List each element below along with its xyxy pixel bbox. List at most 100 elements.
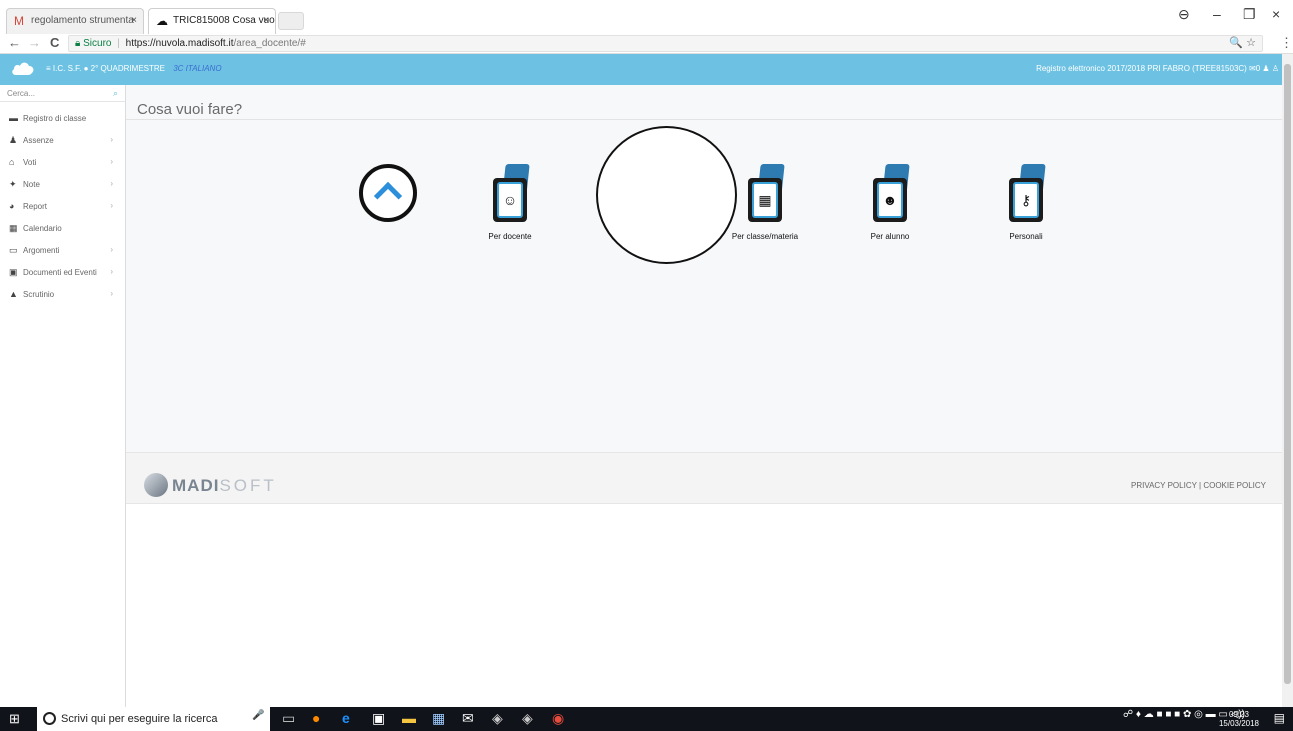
sidebar-item-argomenti[interactable]: ▭ Argomenti › bbox=[0, 239, 125, 261]
url-path: /area_docente/# bbox=[233, 38, 306, 49]
breadcrumb: ≡ I.C. S.F. ● 2° QUADRIMESTRE 3C ITALIAN… bbox=[46, 64, 222, 73]
close-tab-icon[interactable]: × bbox=[263, 9, 269, 33]
task-view-icon[interactable]: ▭ bbox=[282, 710, 295, 727]
sidebar-item-documenti[interactable]: ▣ Documenti ed Eventi › bbox=[0, 261, 125, 283]
taskbar-search-placeholder: Scrivi qui per eseguire la ricerca bbox=[61, 713, 218, 725]
folder-icon: ▭ bbox=[9, 245, 18, 255]
close-window-button[interactable]: × bbox=[1272, 6, 1280, 22]
header-user-info[interactable]: Registro elettronico 2017/2018 PRI FABRO… bbox=[1036, 64, 1279, 73]
tile-label: Per classe/materia bbox=[731, 232, 799, 241]
new-tab-button[interactable] bbox=[278, 12, 304, 30]
secure-label: Sicuro bbox=[83, 38, 112, 49]
chevron-right-icon: › bbox=[110, 201, 113, 210]
search-icon[interactable]: ⌕ bbox=[113, 85, 118, 102]
store-icon[interactable]: ▣ bbox=[372, 710, 385, 727]
students-folder-icon: ☻ bbox=[870, 164, 910, 224]
tile-per-alunno[interactable]: ☻ Per alunno bbox=[835, 164, 945, 241]
taskbar-search-input[interactable]: Scrivi qui per eseguire la ricerca bbox=[37, 707, 270, 731]
sidebar-item-label: Voti bbox=[23, 158, 37, 167]
user-profile-icon[interactable]: ⊖ bbox=[1178, 6, 1190, 23]
zoom-icon[interactable]: 🔍 bbox=[1229, 37, 1243, 49]
url-host: https://nuvola.madisoft.it bbox=[125, 38, 234, 49]
sidebar-item-label: Report bbox=[23, 202, 48, 211]
chrome-icon[interactable]: ◉ bbox=[552, 710, 564, 727]
calendar-icon: ▦ bbox=[9, 223, 18, 233]
url-separator: | bbox=[117, 38, 120, 49]
maximize-button[interactable]: ❐ bbox=[1243, 6, 1256, 23]
page-footer: MADISOFT PRIVACY POLICY | COOKIE POLICY bbox=[126, 452, 1282, 504]
breadcrumb-school[interactable]: I.C. S.F. bbox=[53, 64, 81, 73]
windows-start-icon[interactable]: ⊞ bbox=[9, 711, 20, 727]
user-icon: ♟ bbox=[9, 135, 18, 145]
sidebar-item-registro[interactable]: ▬ Registro di classe bbox=[0, 107, 125, 129]
app-header: ≡ I.C. S.F. ● 2° QUADRIMESTRE 3C ITALIAN… bbox=[0, 54, 1293, 85]
chart-icon: ◕ bbox=[9, 201, 15, 211]
sidebar-item-label: Scrutinio bbox=[23, 290, 55, 299]
chevron-right-icon: › bbox=[110, 267, 113, 276]
bookmark-star-icon[interactable]: ☆ bbox=[1246, 37, 1256, 49]
virtualbox-icon[interactable]: ◈ bbox=[492, 710, 503, 727]
reload-button[interactable]: C bbox=[50, 35, 59, 50]
madisoft-logo-icon bbox=[144, 473, 168, 497]
sidebar-item-label: Registro di classe bbox=[23, 114, 87, 123]
firefox-icon[interactable]: ● bbox=[312, 710, 320, 726]
notification-center-icon[interactable]: ▤ bbox=[1274, 711, 1285, 725]
windows-taskbar: ⊞ Scrivi qui per eseguire la ricerca 🎤 ▭… bbox=[0, 707, 1293, 731]
cloud-icon: ☁ bbox=[156, 14, 168, 28]
sidebar-item-voti[interactable]: ⌂ Voti › bbox=[0, 151, 125, 173]
microphone-icon[interactable]: 🎤 bbox=[252, 710, 264, 721]
tab-regolamento[interactable]: M regolamento strumenta × bbox=[6, 8, 144, 34]
sidebar-item-label: Calendario bbox=[23, 224, 62, 233]
breadcrumb-subject[interactable]: 3C ITALIANO bbox=[173, 64, 221, 73]
close-tab-icon[interactable]: × bbox=[131, 9, 137, 33]
gmail-icon: M bbox=[14, 14, 24, 28]
forward-button[interactable]: → bbox=[28, 35, 41, 50]
virtualbox-icon-2[interactable]: ◈ bbox=[522, 710, 533, 727]
sidebar-search-input[interactable]: Cerca... ⌕ bbox=[0, 85, 125, 102]
sidebar-item-assenze[interactable]: ♟ Assenze › bbox=[0, 129, 125, 151]
chevron-right-icon: › bbox=[110, 289, 113, 298]
url-input[interactable]: 🔒︎ Sicuro | https://nuvola.madisoft.it/a… bbox=[68, 35, 1263, 52]
sidebar-item-scrutinio[interactable]: ▲ Scrutinio › bbox=[0, 283, 125, 305]
sidebar-item-label: Note bbox=[23, 180, 40, 189]
lock-icon: 🔒︎ bbox=[75, 38, 81, 49]
browser-menu-icon[interactable]: ⋮ bbox=[1280, 35, 1293, 51]
tile-personali[interactable]: ⚷ Personali bbox=[971, 164, 1081, 241]
menu-icon[interactable]: ≡ bbox=[46, 64, 51, 73]
mail-icon[interactable]: ✉ bbox=[462, 710, 474, 727]
scroll-up-button[interactable] bbox=[359, 164, 417, 222]
chevron-right-icon: › bbox=[110, 245, 113, 254]
sidebar-item-calendario[interactable]: ▦ Calendario bbox=[0, 217, 125, 239]
footer-policy-links[interactable]: PRIVACY POLICY | COOKIE POLICY bbox=[1131, 481, 1266, 490]
breadcrumb-term[interactable]: 2° QUADRIMESTRE bbox=[91, 64, 165, 73]
scrollbar-thumb[interactable] bbox=[1284, 64, 1291, 684]
tile-per-docente[interactable]: ☺ Per docente bbox=[455, 164, 565, 241]
bank-icon: ⌂ bbox=[9, 157, 15, 167]
term-icon: ● bbox=[83, 64, 89, 73]
graduation-icon: ▲ bbox=[9, 289, 18, 299]
minimize-button[interactable]: – bbox=[1213, 6, 1221, 22]
back-button[interactable]: ← bbox=[8, 35, 21, 50]
file-explorer-icon[interactable]: ▬ bbox=[402, 710, 416, 726]
browser-tab-strip: M regolamento strumenta × ☁ TRIC815008 C… bbox=[0, 0, 1293, 34]
sidebar-item-label: Argomenti bbox=[23, 246, 60, 255]
app-icon[interactable]: ▦ bbox=[432, 710, 445, 727]
tab-cosa-vuoi-fare[interactable]: ☁ TRIC815008 Cosa vuoi fa × bbox=[148, 8, 276, 34]
teacher-folder-icon: ☺ bbox=[490, 164, 530, 224]
cortana-icon bbox=[43, 712, 56, 725]
overlay-circle bbox=[596, 126, 737, 264]
sidebar: Cerca... ⌕ ▬ Registro di classe ♟ Assenze … bbox=[0, 85, 126, 707]
taskbar-clock[interactable]: 09:23 15/03/2018 bbox=[1219, 710, 1259, 728]
edge-icon[interactable]: e bbox=[342, 710, 350, 726]
sidebar-item-report[interactable]: ◕ Report › bbox=[0, 195, 125, 217]
page-title: Cosa vuoi fare? bbox=[137, 101, 243, 118]
classroom-folder-icon: ▦ bbox=[745, 164, 785, 224]
tile-label: Per alunno bbox=[870, 232, 910, 241]
book-icon: ▬ bbox=[9, 113, 18, 123]
title-divider bbox=[126, 119, 1282, 120]
page-scrollbar[interactable] bbox=[1282, 54, 1293, 707]
logo-text-bold: MADI bbox=[172, 476, 220, 495]
sidebar-item-note[interactable]: ✦ Note › bbox=[0, 173, 125, 195]
cloud-logo-icon[interactable] bbox=[11, 60, 35, 76]
clock-date: 15/03/2018 bbox=[1218, 719, 1259, 728]
